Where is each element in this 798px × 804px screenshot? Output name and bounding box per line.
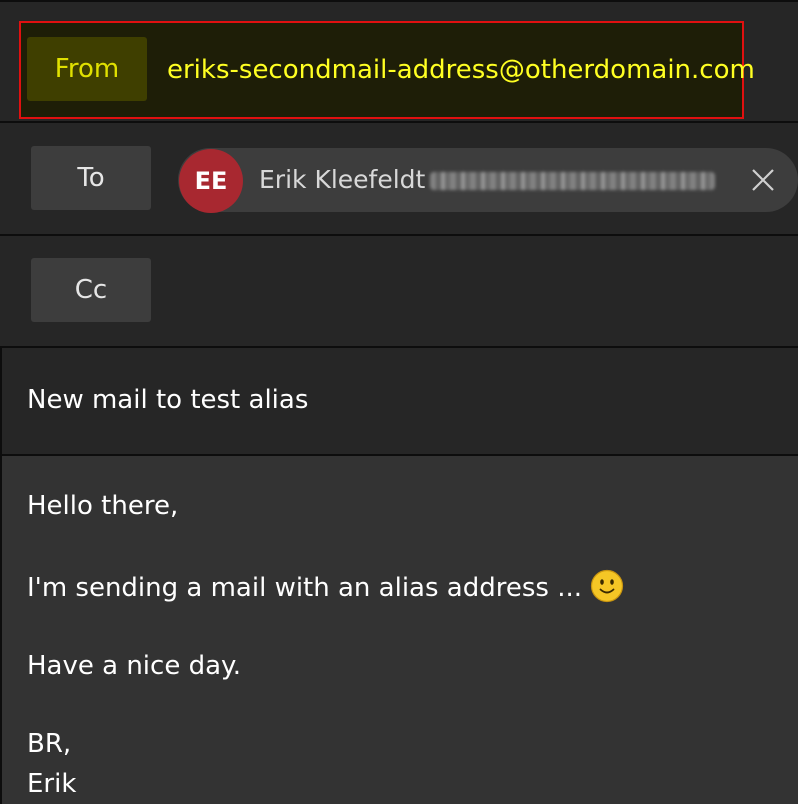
body-line-with-emoji: I'm sending a mail with an alias address…	[27, 569, 624, 606]
slightly-smiling-face-icon	[590, 569, 624, 602]
recipient-email-redacted: ••••••••••••••••	[430, 172, 715, 190]
body-line: Erik	[27, 769, 77, 799]
cc-button[interactable]: Cc	[31, 258, 151, 322]
body-line: BR,	[27, 729, 72, 759]
body-line: Hello there,	[27, 491, 179, 521]
body-line-text: I'm sending a mail with an alias address…	[27, 573, 583, 603]
recipient-name: Erik Kleefeldt	[259, 165, 426, 194]
body-line: Have a nice day.	[27, 651, 241, 681]
close-icon[interactable]	[748, 165, 778, 195]
to-button[interactable]: To	[31, 146, 151, 210]
from-button[interactable]: From	[27, 37, 147, 101]
subject-field[interactable]: New mail to test alias	[27, 382, 308, 418]
from-address[interactable]: eriks-secondmail-address@otherdomain.com	[167, 53, 755, 87]
avatar: EE	[179, 149, 243, 213]
